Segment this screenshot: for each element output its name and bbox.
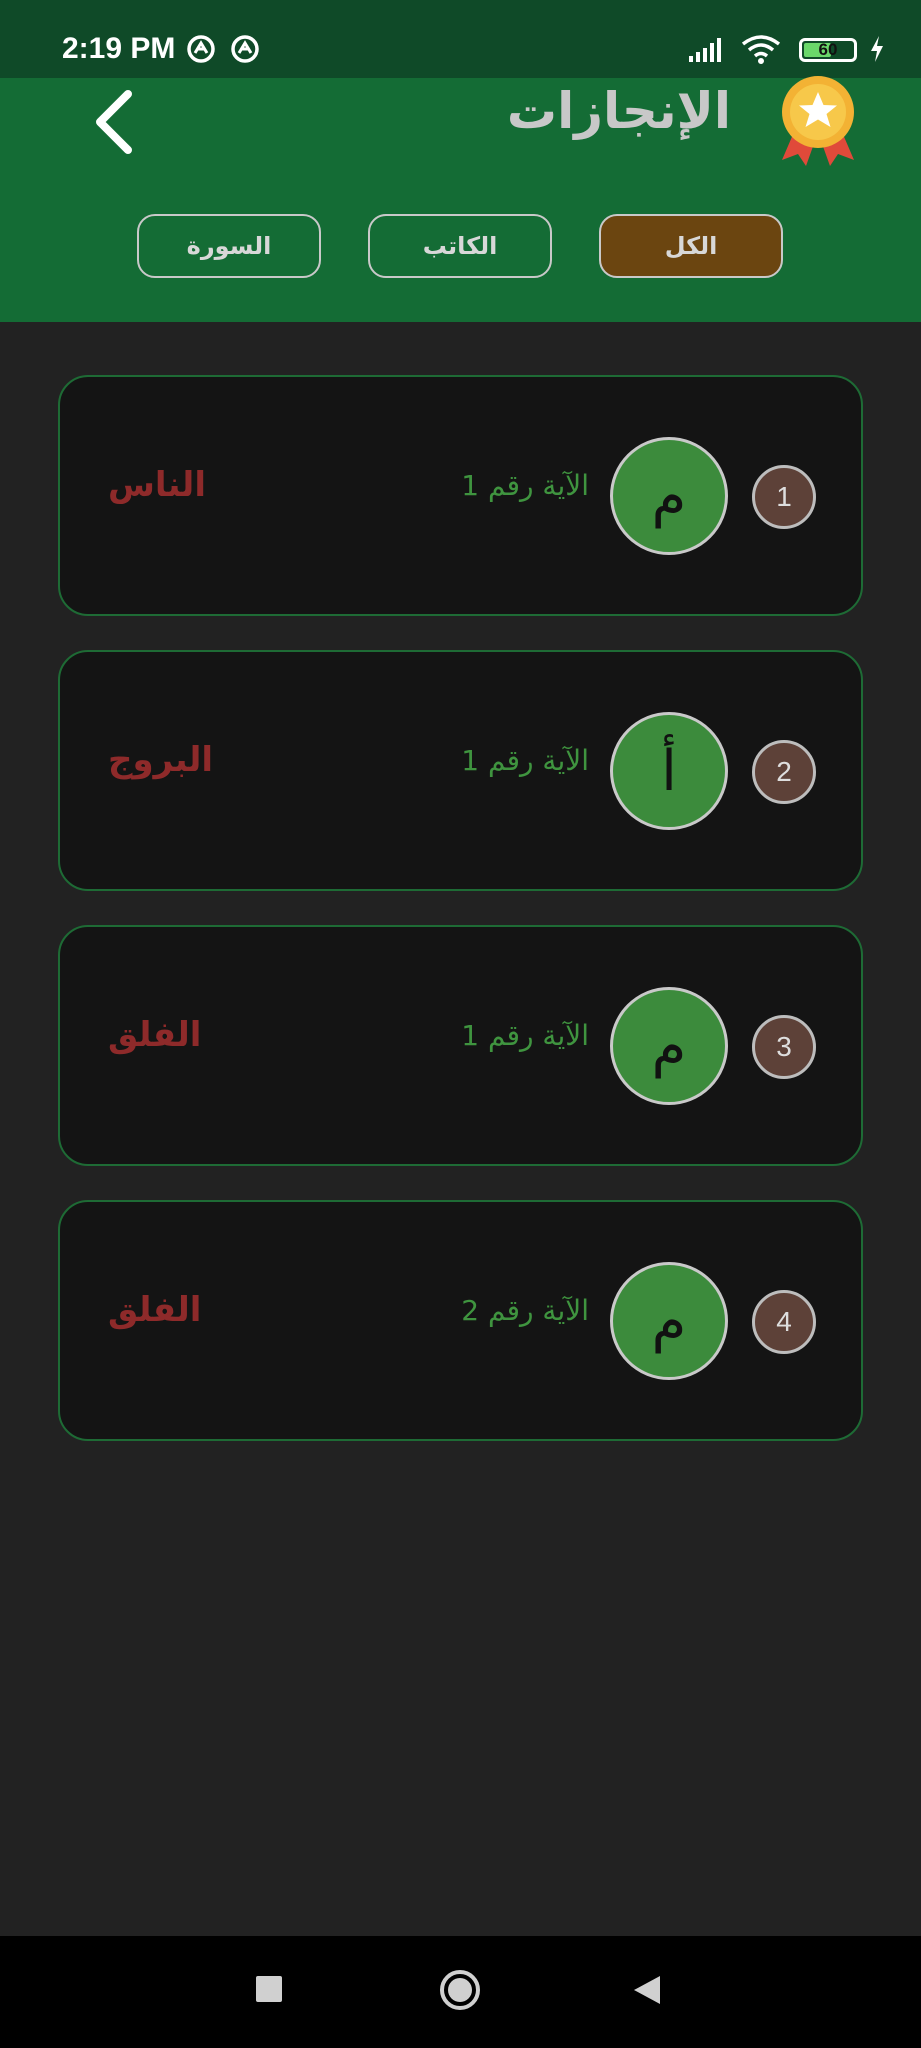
battery-label: 60 xyxy=(818,40,838,59)
back-button[interactable] xyxy=(88,86,146,158)
notification-app-icon xyxy=(187,35,215,63)
page-title: الإنجازات xyxy=(506,82,731,140)
ayah-label: الآية رقم 1 xyxy=(461,1019,589,1052)
letter-badge: أ xyxy=(610,712,728,830)
achievement-card[interactable]: 2 أ الآية رقم 1 البروج xyxy=(58,650,863,891)
system-nav-bar xyxy=(0,1936,921,2048)
surah-name: الناس xyxy=(108,465,206,505)
wifi-icon xyxy=(741,35,781,64)
letter-badge: م xyxy=(610,437,728,555)
triangle-back-icon[interactable] xyxy=(632,1974,662,2006)
surah-name: الفلق xyxy=(108,1290,202,1330)
battery-indicator: 60 xyxy=(799,38,857,62)
letter-badge: م xyxy=(610,987,728,1105)
achievement-number: 4 xyxy=(752,1290,816,1354)
ayah-label: الآية رقم 2 xyxy=(461,1294,589,1327)
achievement-card[interactable]: 1 م الآية رقم 1 الناس xyxy=(58,375,863,616)
achievement-number: 1 xyxy=(752,465,816,529)
achievement-card[interactable]: 3 م الآية رقم 1 الفلق xyxy=(58,925,863,1166)
status-bar: 2:19 PM 60 xyxy=(0,0,921,78)
medal-star-icon xyxy=(782,76,854,166)
tab-writer[interactable]: الكاتب xyxy=(368,214,552,278)
letter-badge: م xyxy=(610,1262,728,1380)
ayah-label: الآية رقم 1 xyxy=(461,744,589,777)
signal-icon xyxy=(689,38,721,62)
surah-name: البروج xyxy=(108,740,214,780)
tab-surah[interactable]: السورة xyxy=(137,214,321,278)
charging-icon xyxy=(871,36,883,62)
surah-name: الفلق xyxy=(108,1015,202,1055)
app-header: الإنجازات الكل الكاتب السورة xyxy=(0,76,921,322)
filter-tabs: الكل الكاتب السورة xyxy=(0,214,921,278)
tab-all[interactable]: الكل xyxy=(599,214,783,278)
achievement-card[interactable]: 4 م الآية رقم 2 الفلق xyxy=(58,1200,863,1441)
achievement-number: 2 xyxy=(752,740,816,804)
square-icon[interactable] xyxy=(254,1974,284,2004)
circle-icon[interactable] xyxy=(438,1968,482,2012)
achievement-number: 3 xyxy=(752,1015,816,1079)
notification-app-icon xyxy=(231,35,259,63)
status-time: 2:19 PM xyxy=(62,32,176,65)
ayah-label: الآية رقم 1 xyxy=(461,469,589,502)
